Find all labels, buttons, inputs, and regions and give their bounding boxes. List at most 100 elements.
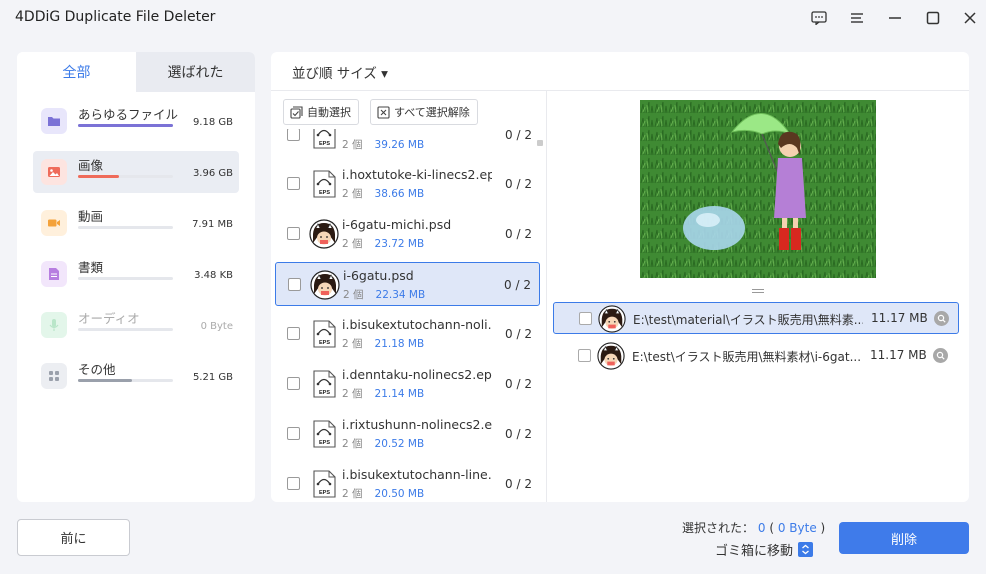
duplicate-count: 2 個	[343, 289, 364, 301]
file-group-row[interactable]: i-6gatu.psd 2 個 22.34 MB 0 / 2	[275, 262, 540, 306]
search-icon[interactable]	[934, 311, 949, 326]
file-group-checkbox[interactable]	[287, 477, 300, 490]
sidebar-category[interactable]: オーディオ 0 Byte	[33, 304, 239, 346]
deselect-icon	[377, 105, 390, 119]
svg-text:EPS: EPS	[319, 490, 330, 496]
eps-file-icon: EPS	[309, 469, 339, 499]
menu-icon[interactable]	[845, 7, 869, 29]
duplicate-count: 2 個	[342, 338, 363, 350]
file-size: 11.17 MB	[871, 311, 928, 325]
file-group-row[interactable]: EPS i.hoxtutoke-ki-linecs2.eps 2 個 38.66 MB…	[275, 162, 540, 206]
file-name: i.denntaku-nolinecs2.eps	[342, 367, 492, 382]
eps-file-icon: EPS	[309, 169, 339, 199]
close-icon[interactable]	[958, 7, 982, 29]
file-location-row[interactable]: E:\test\イラスト販売用\無料素材\i-6gat... 11.17 MB	[553, 340, 959, 372]
delete-mode-select[interactable]: ゴミ箱に移動	[715, 540, 814, 559]
file-size: 22.34 MB	[375, 289, 426, 301]
file-group-row[interactable]: EPS i.denntaku-nolinecs2.eps 2 個 21.14 MB 0 …	[275, 362, 540, 406]
category-size: 9.18 GB	[192, 117, 233, 128]
feedback-icon[interactable]	[807, 7, 831, 29]
selected-ratio: 0 / 2	[504, 278, 531, 292]
category-name: オーディオ	[78, 311, 140, 326]
tab-selected[interactable]: 選ばれた	[136, 52, 255, 92]
file-location-checkbox[interactable]	[579, 312, 592, 325]
category-name: あらゆるファイル	[78, 107, 179, 122]
file-location-row[interactable]: E:\test\material\イラスト販売用\無料素... 11.17 MB	[553, 302, 959, 334]
file-group-row[interactable]: i-6gatu-michi.psd 2 個 23.72 MB 0 / 2	[275, 212, 540, 256]
file-group-checkbox[interactable]	[287, 177, 300, 190]
category-progress	[78, 379, 173, 382]
sidebar-category[interactable]: 動画 7.91 MB	[33, 202, 239, 244]
column-divider	[546, 90, 547, 502]
category-progress	[78, 124, 173, 127]
file-meta: 2 個 20.52 MB	[342, 436, 424, 451]
file-size: 39.26 MB	[374, 139, 425, 151]
file-size: 20.50 MB	[374, 488, 425, 499]
file-group-checkbox[interactable]	[287, 377, 300, 390]
sidebar-category[interactable]: 画像 3.96 GB	[33, 151, 239, 193]
category-progress	[78, 226, 173, 229]
duplicate-file-list[interactable]: EPS 2 個 39.26 MB 0 / 2 EPS i.hoxtutoke-ki-lin…	[275, 129, 541, 499]
category-progress	[78, 175, 173, 178]
file-name: i-6gatu-michi.psd	[342, 217, 452, 232]
file-size: 21.14 MB	[374, 388, 425, 400]
maximize-icon[interactable]	[921, 7, 945, 29]
scrollbar-thumb[interactable]	[537, 140, 543, 146]
file-group-row[interactable]: EPS i.rixtushunn-nolinecs2.e... 2 個 20.52 M…	[275, 412, 540, 456]
file-meta: 2 個 21.18 MB	[342, 336, 424, 351]
file-group-row[interactable]: EPS i.bisukextutochann-noli... 2 個 21.18 MB…	[275, 312, 540, 356]
file-group-checkbox[interactable]	[287, 427, 300, 440]
sidebar-category[interactable]: 書類 3.48 KB	[33, 253, 239, 295]
back-button[interactable]: 前に	[17, 519, 130, 556]
minimize-icon[interactable]	[883, 7, 907, 29]
file-size: 11.17 MB	[870, 348, 927, 362]
video-icon	[41, 210, 67, 236]
delete-button[interactable]: 削除	[839, 522, 969, 554]
file-group-checkbox[interactable]	[287, 327, 300, 340]
file-name: i.bisukextutochann-line...	[342, 467, 492, 482]
svg-text:EPS: EPS	[319, 390, 330, 396]
duplicate-count: 2 個	[342, 438, 363, 450]
selected-ratio: 0 / 2	[505, 377, 532, 391]
tab-all[interactable]: 全部	[17, 52, 136, 92]
header-divider	[271, 90, 969, 91]
auto-select-button[interactable]: 自動選択	[283, 99, 359, 125]
file-group-checkbox[interactable]	[288, 278, 301, 291]
eps-file-icon: EPS	[309, 369, 339, 399]
resize-handle[interactable]	[752, 289, 764, 295]
category-size: 3.96 GB	[192, 168, 233, 179]
duplicate-count: 2 個	[342, 188, 363, 200]
sidebar-category[interactable]: あらゆるファイル 9.18 GB	[33, 100, 239, 142]
psd-thumbnail-icon	[309, 219, 339, 249]
file-group-checkbox[interactable]	[287, 227, 300, 240]
file-meta: 2 個 23.72 MB	[342, 236, 424, 251]
file-path: E:\test\イラスト販売用\無料素材\i-6gat...	[632, 350, 862, 364]
selected-ratio: 0 / 2	[505, 227, 532, 241]
category-progress	[78, 277, 173, 280]
search-icon[interactable]	[933, 348, 948, 363]
file-thumbnail	[597, 342, 625, 370]
file-group-checkbox[interactable]	[287, 129, 300, 141]
document-icon	[41, 261, 67, 287]
file-group-row[interactable]: EPS 2 個 39.26 MB 0 / 2	[275, 129, 540, 157]
eps-file-icon: EPS	[309, 129, 339, 150]
chevron-updown-icon[interactable]	[798, 542, 814, 557]
sort-dropdown[interactable]: 並び順 サイズ ▾	[292, 62, 388, 82]
selected-label: 選択された：	[682, 521, 755, 535]
deselect-all-button[interactable]: すべて選択解除	[370, 99, 478, 125]
selected-ratio: 0 / 2	[505, 327, 532, 341]
file-name: i-6gatu.psd	[343, 268, 414, 283]
file-location-checkbox[interactable]	[578, 349, 591, 362]
file-meta: 2 個 21.14 MB	[342, 386, 424, 401]
file-meta: 2 個 20.50 MB	[342, 486, 424, 499]
svg-text:EPS: EPS	[319, 141, 330, 147]
category-name: 画像	[78, 158, 104, 173]
file-group-row[interactable]: EPS i.bisukextutochann-line... 2 個 20.50 MB…	[275, 462, 540, 499]
sidebar-category[interactable]: その他 5.21 GB	[33, 355, 239, 397]
selected-ratio: 0 / 2	[505, 477, 532, 491]
selected-ratio: 0 / 2	[505, 177, 532, 191]
deselect-all-label: すべて選択解除	[394, 106, 470, 119]
selected-size: 0 Byte	[777, 521, 817, 535]
selected-open-paren: (	[769, 521, 774, 535]
file-name: i.rixtushunn-nolinecs2.e...	[342, 417, 492, 432]
